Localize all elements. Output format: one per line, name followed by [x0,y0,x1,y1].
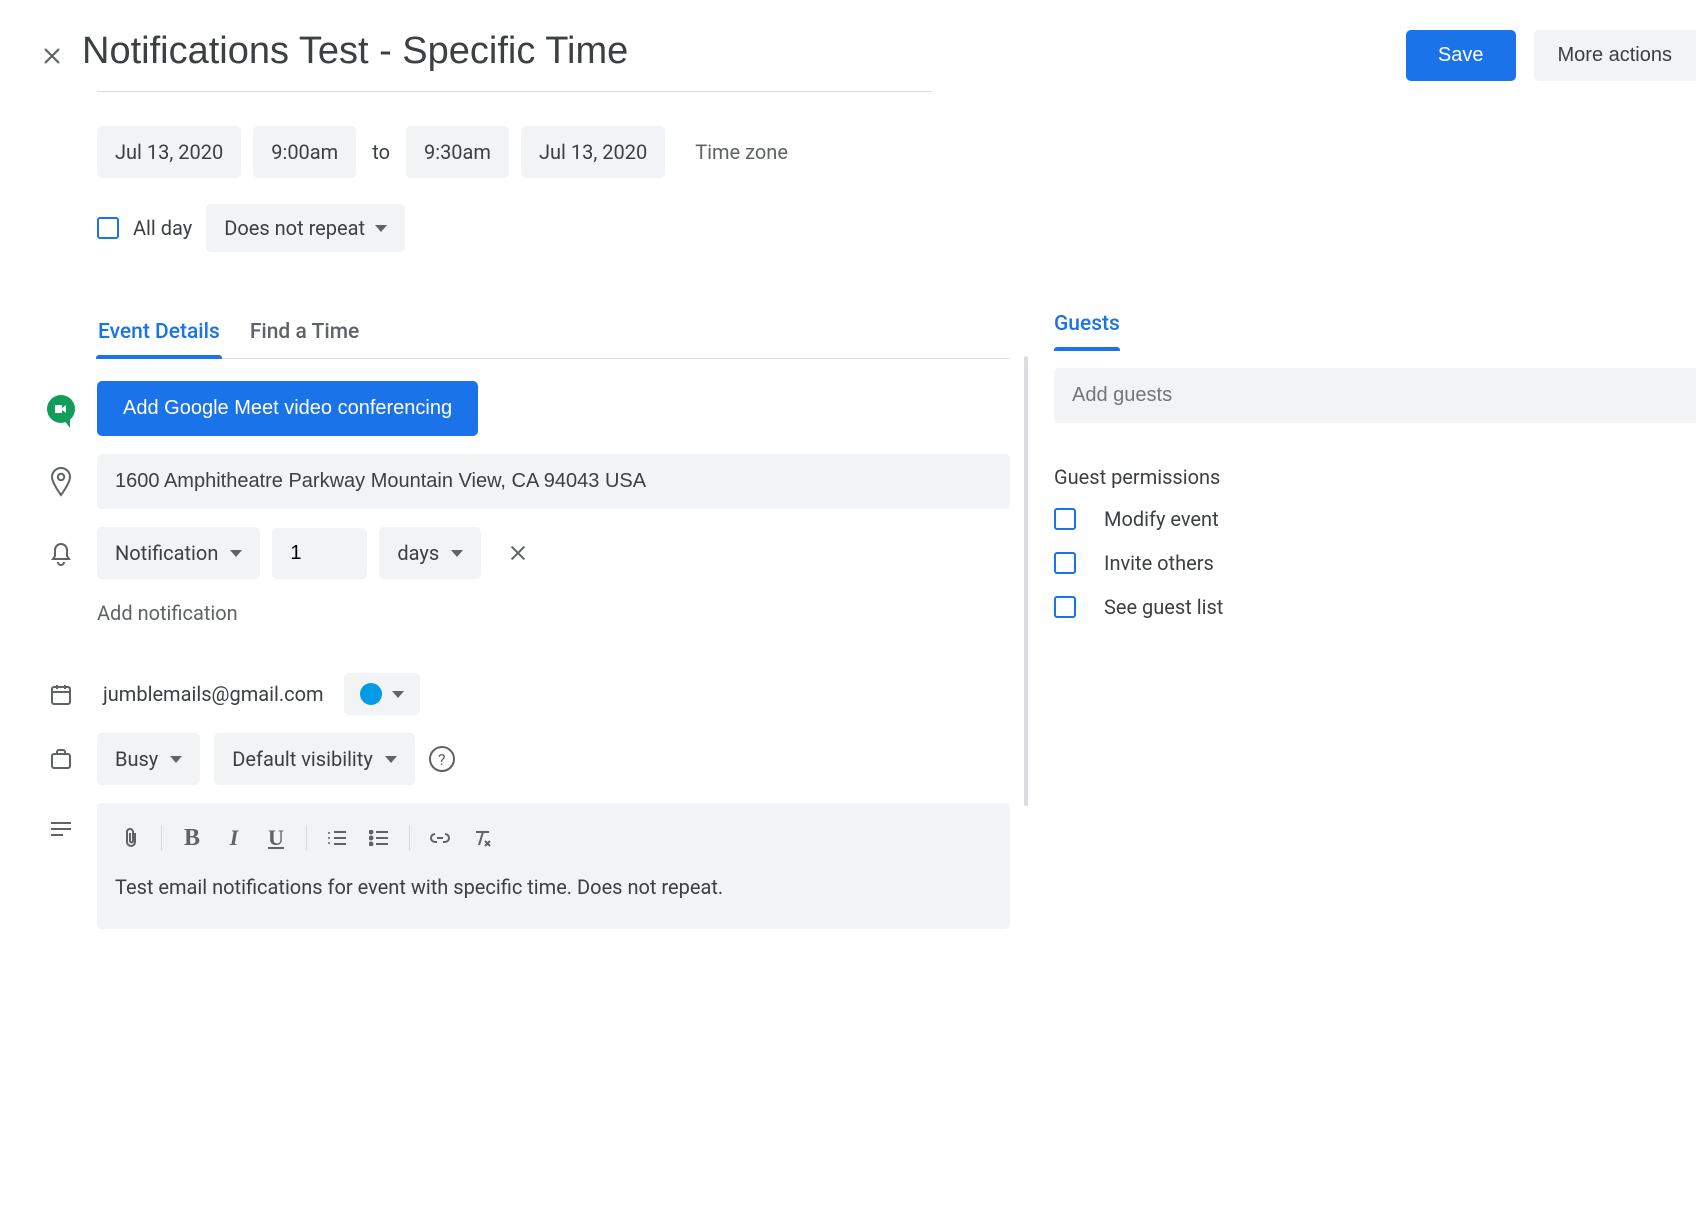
location-input[interactable] [97,454,1010,509]
timezone-link[interactable]: Time zone [695,140,788,164]
description-icon [50,821,72,837]
clear-format-icon[interactable] [462,821,502,855]
allday-label: All day [133,216,192,240]
end-time-chip[interactable]: 9:30am [406,126,509,178]
bell-icon [49,540,73,566]
location-icon [49,467,73,497]
to-label: to [372,140,390,164]
notification-value-input[interactable] [272,528,367,579]
chevron-down-icon [375,225,387,232]
underline-icon[interactable]: U [256,821,296,855]
repeat-dropdown[interactable]: Does not repeat [206,204,405,252]
link-icon[interactable] [420,821,460,855]
add-meet-button[interactable]: Add Google Meet video conferencing [97,381,478,436]
chevron-down-icon [170,756,182,763]
see-guest-list-checkbox[interactable] [1054,596,1076,618]
invite-others-checkbox[interactable] [1054,552,1076,574]
start-date-chip[interactable]: Jul 13, 2020 [97,126,241,178]
tab-event-details[interactable]: Event Details [96,312,222,358]
see-guest-list-label: See guest list [1104,595,1223,619]
remove-notification-icon[interactable] [507,542,529,564]
add-notification-button[interactable]: Add notification [97,601,238,625]
add-guests-input[interactable] [1054,368,1696,423]
event-color-dropdown[interactable] [344,673,420,715]
attach-icon[interactable] [111,821,151,855]
italic-icon[interactable]: I [214,821,254,855]
start-time-chip[interactable]: 9:00am [253,126,356,178]
save-button[interactable]: Save [1406,30,1516,81]
color-dot [360,683,382,705]
hangouts-icon [47,395,75,423]
briefcase-icon [49,748,73,770]
event-title-input[interactable] [82,30,922,81]
permissions-heading: Guest permissions [1054,465,1696,489]
description-text[interactable]: Test email notifications for event with … [97,869,1010,899]
chevron-down-icon [451,550,463,557]
end-date-chip[interactable]: Jul 13, 2020 [521,126,665,178]
more-actions-button[interactable]: More actions [1534,30,1696,81]
tab-find-a-time[interactable]: Find a Time [248,312,361,358]
tab-guests[interactable]: Guests [1054,312,1120,350]
help-icon[interactable]: ? [429,746,455,772]
calendar-email: jumblemails@gmail.com [103,682,324,706]
calendar-icon [49,682,73,706]
invite-others-label: Invite others [1104,551,1214,575]
description-editor[interactable]: B I U [97,803,1010,929]
busy-dropdown[interactable]: Busy [97,733,200,785]
visibility-dropdown[interactable]: Default visibility [214,733,415,785]
numbered-list-icon[interactable] [317,821,357,855]
chevron-down-icon [230,550,242,557]
scroll-indicator [1024,356,1028,806]
chevron-down-icon [385,756,397,763]
modify-event-checkbox[interactable] [1054,508,1076,530]
bullet-list-icon[interactable] [359,821,399,855]
bold-icon[interactable]: B [172,821,212,855]
notification-unit-dropdown[interactable]: days [379,527,481,579]
modify-event-label: Modify event [1104,507,1219,531]
allday-checkbox[interactable] [97,217,119,239]
chevron-down-icon [392,691,404,698]
notification-type-dropdown[interactable]: Notification [97,527,260,579]
close-icon[interactable] [40,44,64,68]
